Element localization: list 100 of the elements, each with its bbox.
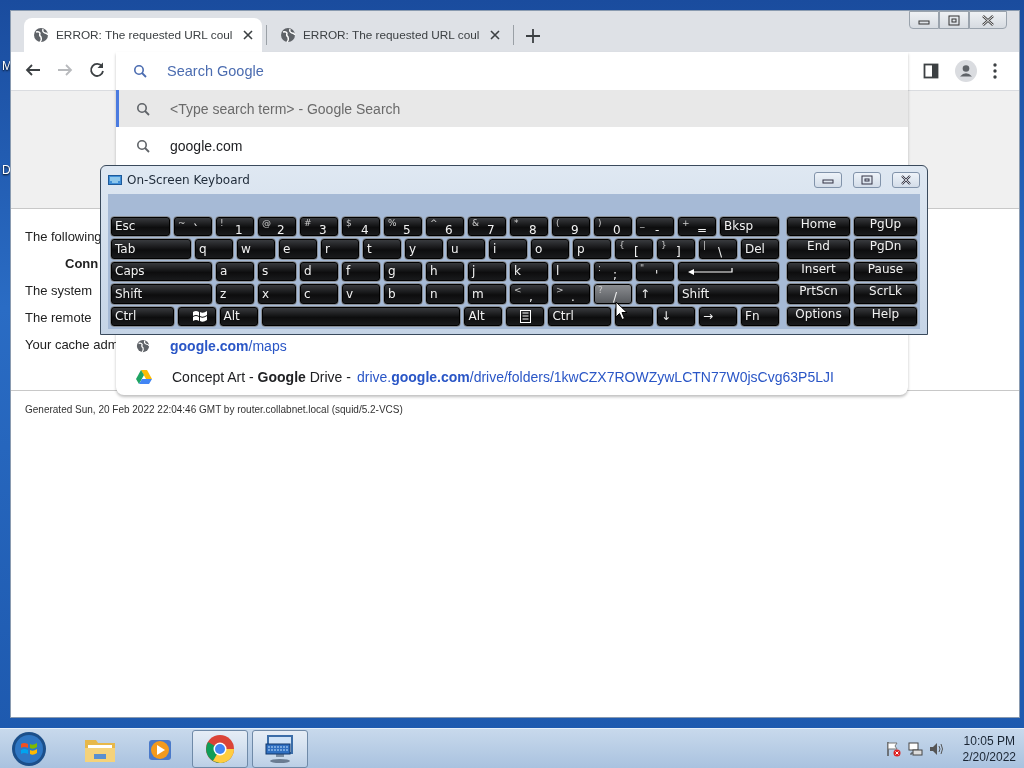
keyboard-key[interactable]: @ 2 xyxy=(257,215,297,237)
keyboard-key[interactable]: Esc xyxy=(110,215,171,237)
keyboard-key[interactable]: Home xyxy=(786,215,851,237)
keyboard-key[interactable]: PrtScn xyxy=(786,283,851,305)
keyboard-key[interactable]: Shift xyxy=(677,283,780,305)
keyboard-key[interactable]: f xyxy=(341,260,381,282)
keyboard-key[interactable] xyxy=(677,260,780,282)
keyboard-key[interactable]: y xyxy=(404,238,444,260)
keyboard-key[interactable]: ? / xyxy=(593,283,633,305)
back-arrow-icon xyxy=(25,62,41,78)
omnibox-search-field[interactable]: Search Google xyxy=(167,63,767,79)
keyboard-key[interactable]: Fn xyxy=(740,305,780,327)
keyboard-key[interactable]: Del xyxy=(740,238,780,260)
keyboard-key[interactable]: s xyxy=(257,260,297,282)
new-tab-plus-icon[interactable] xyxy=(526,29,540,43)
keyboard-key[interactable]: b xyxy=(383,283,423,305)
keyboard-key[interactable]: { [ xyxy=(614,238,654,260)
keyboard-key[interactable]: $ 4 xyxy=(341,215,381,237)
keyboard-key[interactable]: g xyxy=(383,260,423,282)
keyboard-key[interactable]: k xyxy=(509,260,549,282)
keyboard-key[interactable]: & 7 xyxy=(467,215,507,237)
error-text: The remote xyxy=(25,311,92,325)
keyboard-key[interactable]: : ; xyxy=(593,260,633,282)
keyboard-key[interactable]: r xyxy=(320,238,360,260)
keyboard-key[interactable]: < , xyxy=(509,283,549,305)
profile-avatar-icon[interactable] xyxy=(955,60,977,82)
keyboard-key[interactable]: d xyxy=(299,260,339,282)
keyboard-key[interactable]: PgUp xyxy=(853,215,918,237)
keyboard-key[interactable]: j xyxy=(467,260,507,282)
keyboard-key[interactable]: | \ xyxy=(698,238,738,260)
keyboard-key[interactable] xyxy=(176,305,217,327)
keyboard-key[interactable]: # 3 xyxy=(299,215,339,237)
keyboard-key[interactable]: Help xyxy=(853,305,918,327)
keyboard-key[interactable]: * 8 xyxy=(509,215,549,237)
keyboard-key[interactable]: i xyxy=(488,238,528,260)
keyboard-key[interactable]: } ] xyxy=(656,238,696,260)
keyboard-key[interactable]: PgDn xyxy=(853,238,918,260)
keyboard-key[interactable]: % 5 xyxy=(383,215,423,237)
keyboard-key[interactable]: Alt xyxy=(463,305,504,327)
side-panel-icon[interactable] xyxy=(923,63,939,79)
minimize-button[interactable] xyxy=(814,171,842,188)
browser-tab[interactable]: ERROR: The requested URL coul xyxy=(24,18,262,52)
keyboard-key[interactable]: Alt xyxy=(218,305,259,327)
keyboard-key[interactable]: > . xyxy=(551,283,591,305)
keyboard-key[interactable]: c xyxy=(299,283,339,305)
keyboard-key[interactable]: Ctrl xyxy=(547,305,612,327)
keyboard-key[interactable]: ( 9 xyxy=(551,215,591,237)
suggestion-row[interactable]: <Type search term> - Google Search xyxy=(116,90,908,127)
keyboard-key[interactable]: Pause xyxy=(853,260,918,282)
keyboard-key[interactable]: u xyxy=(446,238,486,260)
keyboard-key[interactable]: x xyxy=(257,283,297,305)
close-button[interactable] xyxy=(969,11,1007,29)
keyboard-key[interactable]: o xyxy=(530,238,570,260)
keyboard-key[interactable] xyxy=(260,305,462,327)
close-icon xyxy=(490,30,500,40)
close-button[interactable] xyxy=(892,171,920,188)
keyboard-key[interactable]: m xyxy=(467,283,507,305)
keyboard-key[interactable]: Bksp xyxy=(719,215,780,237)
keyboard-key[interactable]: ! 1 xyxy=(215,215,255,237)
suggestion-row[interactable]: google.com xyxy=(116,127,908,164)
keyboard-key[interactable]: ↑ xyxy=(635,283,675,305)
browser-tab[interactable]: ERROR: The requested URL coul xyxy=(271,18,509,52)
keyboard-key[interactable]: Caps xyxy=(110,260,213,282)
reload-button[interactable] xyxy=(89,62,107,80)
keyboard-key[interactable]: l xyxy=(551,260,591,282)
suggestion-row[interactable]: google.com/maps xyxy=(116,332,908,360)
maximize-button[interactable] xyxy=(939,11,969,29)
keyboard-key[interactable]: ~ ` xyxy=(173,215,213,237)
keyboard-key[interactable]: ScrLk xyxy=(853,283,918,305)
taskbar-button[interactable] xyxy=(252,729,308,768)
keyboard-key[interactable]: _ - xyxy=(635,215,675,237)
keyboard-key[interactable]: ) 0 xyxy=(593,215,633,237)
taskbar-button[interactable] xyxy=(192,729,248,768)
keyboard-key[interactable]: t xyxy=(362,238,402,260)
window-title: On-Screen Keyboard xyxy=(127,172,251,187)
maximize-button[interactable] xyxy=(853,171,881,188)
keyboard-key[interactable]: h xyxy=(425,260,465,282)
keyboard-key[interactable]: q xyxy=(194,238,234,260)
keyboard-key[interactable]: Ctrl xyxy=(110,305,175,327)
keyboard-key[interactable]: a xyxy=(215,260,255,282)
keyboard-key[interactable]: + = xyxy=(677,215,717,237)
keyboard-key[interactable]: z xyxy=(215,283,255,305)
keyboard-key[interactable]: e xyxy=(278,238,318,260)
keyboard-key[interactable]: p xyxy=(572,238,612,260)
keyboard-key[interactable]: → xyxy=(698,305,738,327)
keyboard-key[interactable]: Options xyxy=(786,305,851,327)
keyboard-key[interactable]: Shift xyxy=(110,283,213,305)
keyboard-key[interactable]: Tab xyxy=(110,238,192,260)
minimize-button[interactable] xyxy=(909,11,939,29)
keyboard-key[interactable] xyxy=(505,305,546,327)
keyboard-key[interactable]: v xyxy=(341,283,381,305)
keyboard-key[interactable]: ↓ xyxy=(656,305,696,327)
keyboard-key[interactable]: Insert xyxy=(786,260,851,282)
keyboard-key[interactable]: w xyxy=(236,238,276,260)
menu-icon[interactable] xyxy=(993,63,997,79)
maximize-icon xyxy=(947,14,961,26)
keyboard-key[interactable]: " ' xyxy=(635,260,675,282)
keyboard-key[interactable]: n xyxy=(425,283,465,305)
keyboard-key[interactable]: ^ 6 xyxy=(425,215,465,237)
keyboard-key[interactable]: End xyxy=(786,238,851,260)
